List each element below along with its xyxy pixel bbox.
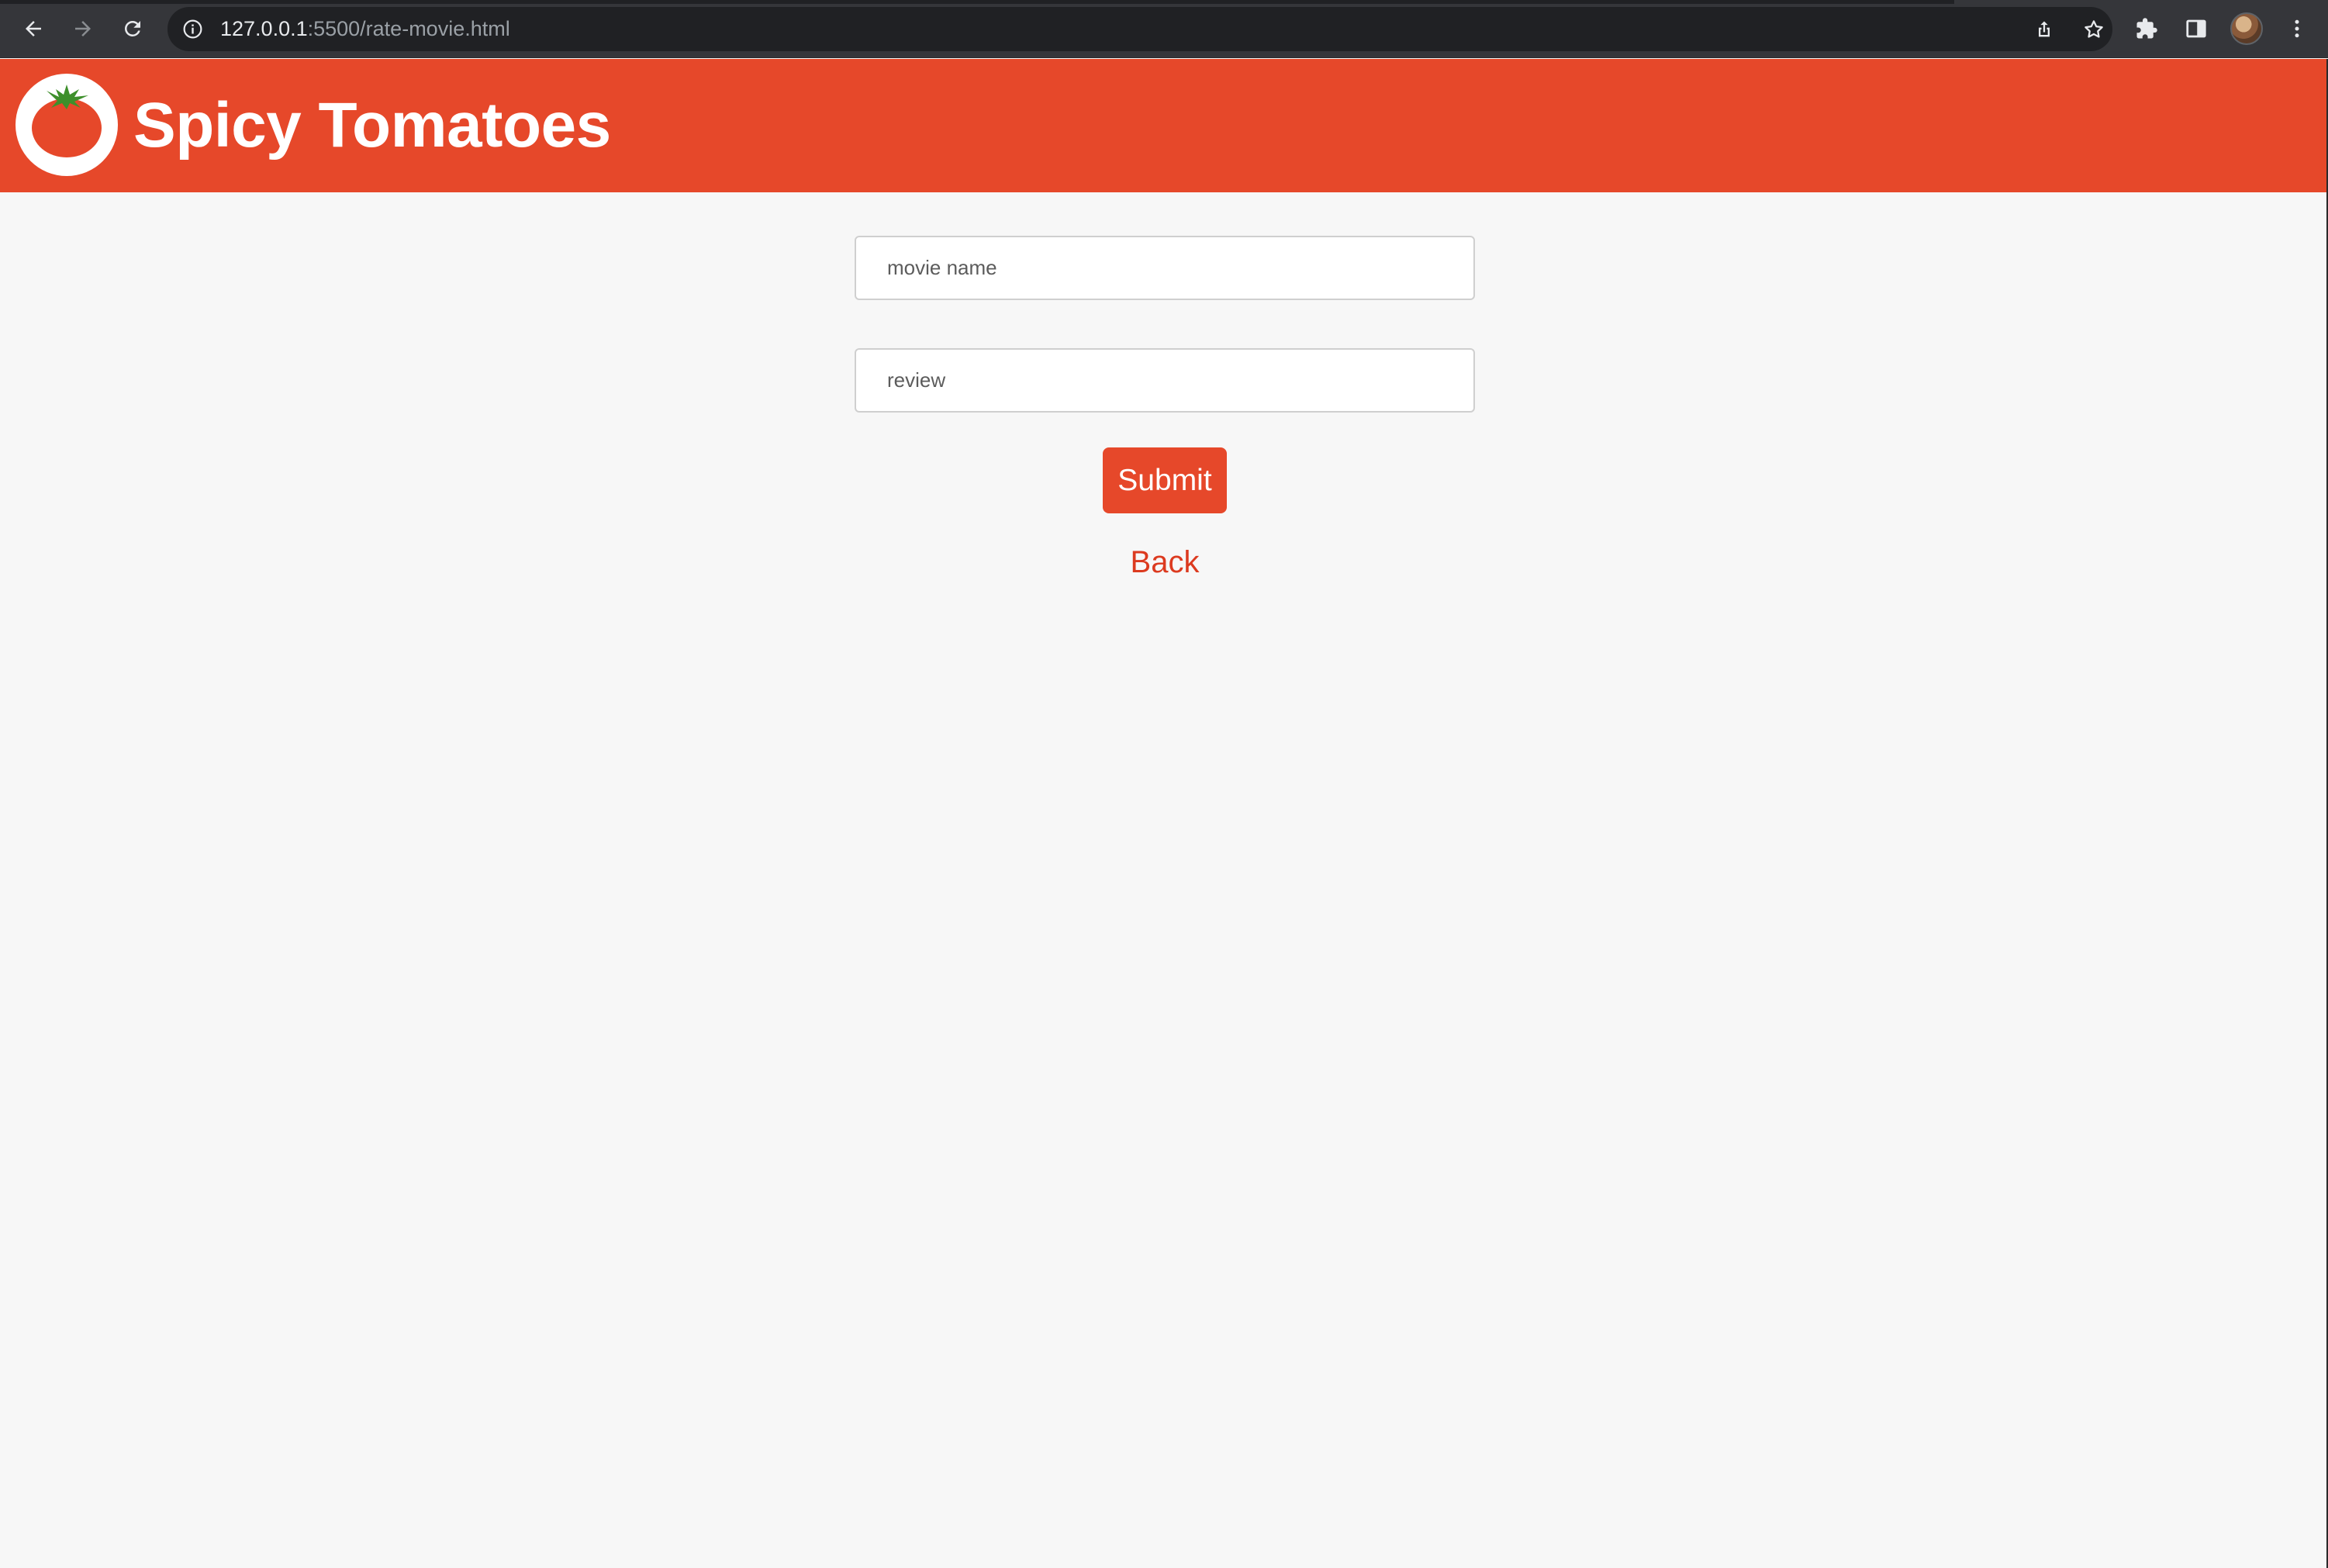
forward-button[interactable] xyxy=(65,11,101,47)
site-title: Spicy Tomatoes xyxy=(133,90,611,161)
tab-strip-edge xyxy=(0,0,1954,4)
browser-toolbar: 127.0.0.1:5500/rate-movie.html xyxy=(0,0,2328,58)
profile-avatar[interactable] xyxy=(2230,12,2263,45)
movie-name-input[interactable] xyxy=(855,236,1475,300)
share-icon[interactable] xyxy=(2031,16,2057,43)
review-input[interactable] xyxy=(855,348,1475,413)
back-arrow-icon xyxy=(22,17,45,40)
side-panel-icon[interactable] xyxy=(2182,15,2210,43)
site-header: Spicy Tomatoes xyxy=(0,59,2328,192)
forward-arrow-icon xyxy=(71,17,95,40)
url-path: :5500/rate-movie.html xyxy=(307,17,510,40)
site-info-icon[interactable] xyxy=(181,18,204,40)
bookmark-star-icon[interactable] xyxy=(2081,16,2107,43)
back-button[interactable] xyxy=(16,11,51,47)
reload-button[interactable] xyxy=(115,11,150,47)
back-link[interactable]: Back xyxy=(1087,539,1242,585)
url-host: 127.0.0.1 xyxy=(220,17,308,40)
url-text: 127.0.0.1:5500/rate-movie.html xyxy=(220,18,510,40)
kebab-menu-icon[interactable] xyxy=(2283,15,2311,43)
address-bar[interactable]: 127.0.0.1:5500/rate-movie.html xyxy=(168,7,2112,51)
tomato-logo-icon xyxy=(16,74,118,176)
reload-icon xyxy=(121,17,144,40)
submit-button[interactable]: Submit xyxy=(1103,447,1227,513)
extensions-puzzle-icon[interactable] xyxy=(2133,15,2160,43)
